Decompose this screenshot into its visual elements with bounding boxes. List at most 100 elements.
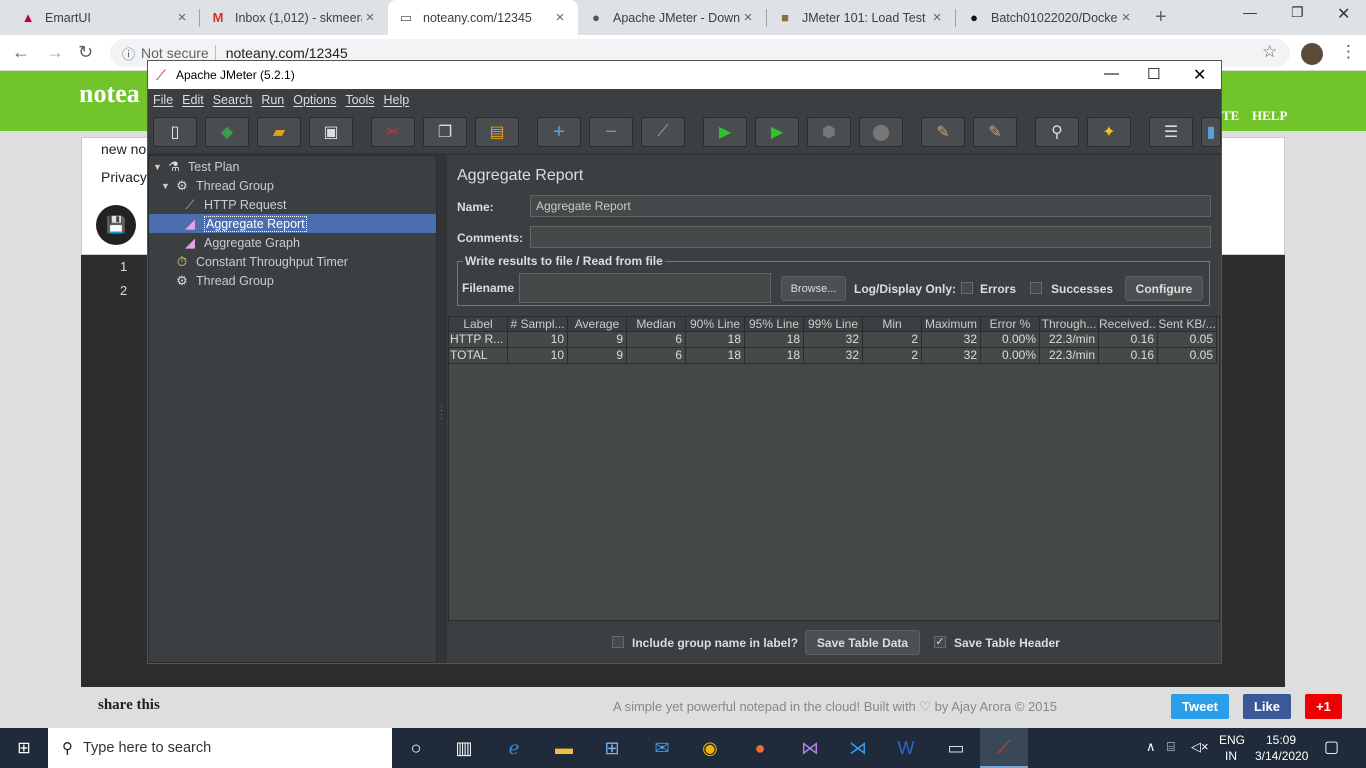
results-table[interactable]: Label # Sampl... Average Median 90% Line 95% …	[448, 316, 1220, 621]
shutdown-icon[interactable]: ⬤	[859, 117, 903, 147]
stop-icon[interactable]: ⬢	[807, 117, 851, 147]
function-helper-icon[interactable]: ☰	[1149, 117, 1193, 147]
close-icon[interactable]: ×	[552, 9, 568, 26]
tray-chevron-icon[interactable]: ∧	[1146, 739, 1156, 755]
drag-handle-icon[interactable]: · · · ·	[440, 403, 443, 423]
site-logo[interactable]: notea	[79, 79, 140, 109]
comments-input[interactable]	[530, 226, 1211, 248]
open-icon[interactable]: ▰	[257, 117, 301, 147]
errors-checkbox[interactable]	[961, 282, 973, 294]
plus-one-button[interactable]: +1	[1305, 694, 1342, 719]
region-label[interactable]: IN	[1225, 749, 1237, 763]
expand-icon[interactable]: +	[537, 117, 581, 147]
reload-icon[interactable]: ↻	[78, 42, 93, 63]
minimize-icon[interactable]: —	[1104, 65, 1119, 82]
copy-icon[interactable]: ❐	[423, 117, 467, 147]
clear-all-icon[interactable]: ✎	[973, 117, 1017, 147]
tab-github[interactable]: ● Batch01022020/Docker ×	[956, 0, 1144, 35]
tab-jmeter-101[interactable]: ■ JMeter 101: Load Test a ×	[767, 0, 955, 35]
file-explorer-icon[interactable]: ▬	[540, 728, 588, 768]
site-line-privacy[interactable]: Privacy	[101, 169, 147, 185]
language-label[interactable]: ENG	[1219, 733, 1245, 747]
menu-options[interactable]: Options	[293, 93, 336, 107]
paste-icon[interactable]: ▤	[475, 117, 519, 147]
column-header[interactable]: Error %	[981, 317, 1040, 332]
browse-button[interactable]: Browse...	[781, 276, 846, 301]
new-icon[interactable]: ▯	[153, 117, 197, 147]
column-header[interactable]: 90% Line	[686, 317, 745, 332]
restore-icon[interactable]: ❐	[1291, 4, 1304, 21]
tab-jmeter-download[interactable]: ● Apache JMeter - Downl ×	[578, 0, 766, 35]
speaker-mute-icon[interactable]: ◁×	[1191, 739, 1209, 755]
column-header[interactable]: Median	[627, 317, 686, 332]
clear-icon[interactable]: ✎	[921, 117, 965, 147]
clock-time[interactable]: 15:09	[1266, 733, 1296, 747]
tweet-button[interactable]: Tweet	[1171, 694, 1229, 719]
back-icon[interactable]: ←	[12, 42, 30, 63]
site-nav-help[interactable]: HELP	[1252, 108, 1287, 124]
save-table-header-checkbox[interactable]: ✓	[934, 636, 946, 648]
jmeter-taskbar-icon[interactable]: ⟋	[980, 728, 1028, 768]
mail-icon[interactable]: ✉	[638, 728, 686, 768]
cortana-icon[interactable]: ○	[392, 728, 440, 768]
close-window-icon[interactable]: ✕	[1337, 4, 1350, 24]
edge-icon[interactable]: ℯ	[490, 728, 538, 768]
network-icon[interactable]: ⌸	[1167, 739, 1175, 755]
menu-help[interactable]: Help	[384, 93, 410, 107]
expand-arrow-icon[interactable]: ▼	[153, 162, 163, 172]
profile-avatar[interactable]	[1301, 43, 1323, 65]
filename-input[interactable]	[519, 273, 771, 303]
maximize-icon[interactable]: ☐	[1147, 65, 1160, 83]
tree-node-thread-group[interactable]: ⚙ Thread Group	[174, 271, 274, 290]
column-header[interactable]: Average	[568, 317, 627, 332]
menu-tools[interactable]: Tools	[345, 93, 374, 107]
tab-emartui[interactable]: ▲ EmartUI ×	[10, 0, 200, 35]
chrome-icon[interactable]: ◉	[686, 728, 734, 768]
successes-checkbox[interactable]	[1030, 282, 1042, 294]
tree-node-aggregate-report[interactable]: ◢ Aggregate Report	[182, 214, 307, 233]
table-row[interactable]: TOTAL 10 9 6 18 18 32 2 32 0.00% 22.3/min 0.16 0.05	[449, 348, 1217, 364]
menu-search[interactable]: Search	[213, 93, 253, 107]
visual-studio-icon[interactable]: ⋈	[786, 728, 834, 768]
configure-button[interactable]: Configure	[1125, 276, 1203, 301]
column-header[interactable]: Through...	[1040, 317, 1099, 332]
close-icon[interactable]: ✕	[1193, 65, 1206, 85]
postman-icon[interactable]: ●	[736, 728, 784, 768]
new-tab-button[interactable]: +	[1155, 6, 1167, 29]
clock-date[interactable]: 3/14/2020	[1255, 749, 1308, 763]
column-header[interactable]: Label	[449, 317, 508, 332]
menu-file[interactable]: File	[153, 93, 173, 107]
collapse-icon[interactable]: −	[589, 117, 633, 147]
tree-node-test-plan[interactable]: ▼ ⚗ Test Plan	[153, 157, 239, 176]
close-icon[interactable]: ×	[1118, 9, 1134, 26]
tab-noteany[interactable]: ▭ noteany.com/12345 ×	[388, 0, 578, 35]
menu-edit[interactable]: Edit	[182, 93, 204, 107]
save-icon[interactable]: 💾	[96, 205, 136, 245]
column-header[interactable]: Sent KB/...	[1158, 317, 1217, 332]
expand-arrow-icon[interactable]: ▼	[161, 181, 171, 191]
column-header[interactable]: Maximum	[922, 317, 981, 332]
column-header[interactable]: # Sampl...	[508, 317, 568, 332]
site-nav-partial[interactable]: TE	[1222, 108, 1239, 124]
info-icon[interactable]: ⓘ	[122, 44, 135, 63]
menu-dots-icon[interactable]: ⋮	[1340, 42, 1357, 62]
templates-icon[interactable]: ◆	[205, 117, 249, 147]
taskbar-search-box[interactable]: ⚲ Type here to search	[48, 728, 392, 768]
column-header[interactable]: 99% Line	[804, 317, 863, 332]
column-header[interactable]: Min	[863, 317, 922, 332]
task-view-icon[interactable]: ▥	[440, 728, 488, 768]
windows-start-icon[interactable]: ⊞	[0, 728, 48, 768]
split-pane-divider[interactable]: · · · ·	[439, 155, 447, 663]
include-group-checkbox[interactable]	[612, 636, 624, 648]
name-input[interactable]: Aggregate Report	[530, 195, 1211, 217]
terminal-icon[interactable]: ▭	[932, 728, 980, 768]
start-no-pauses-icon[interactable]: ▶	[755, 117, 799, 147]
close-icon[interactable]: ×	[362, 9, 378, 26]
tree-node-constant-throughput-timer[interactable]: ⏱ Constant Throughput Timer	[174, 252, 348, 271]
save-icon[interactable]: ▣	[309, 117, 353, 147]
save-table-data-button[interactable]: Save Table Data	[805, 630, 920, 655]
tree-node-aggregate-graph[interactable]: ◢ Aggregate Graph	[182, 233, 300, 252]
reset-search-icon[interactable]: ✦	[1087, 117, 1131, 147]
notifications-icon[interactable]: ▢	[1324, 737, 1339, 757]
tree-node-thread-group[interactable]: ▼ ⚙ Thread Group	[161, 176, 274, 195]
